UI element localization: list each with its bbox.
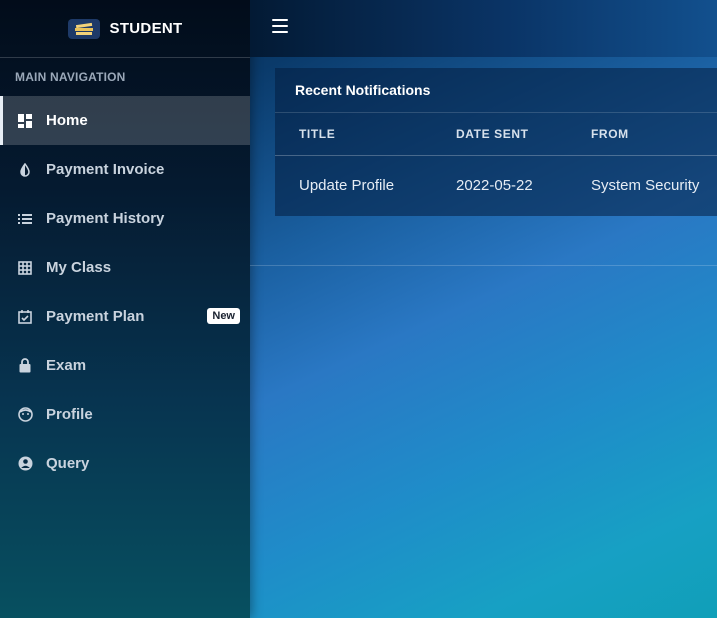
brand-name: STUDENT	[109, 20, 183, 37]
sidebar-item-my-class[interactable]: My Class	[0, 243, 250, 292]
cell-from: System Security	[591, 177, 700, 194]
sidebar-item-label: Payment Invoice	[46, 161, 165, 178]
brand[interactable]: STUDENT	[0, 0, 250, 58]
column-header-title: TITLE	[299, 127, 336, 141]
sidebar-item-payment-history[interactable]: Payment History	[0, 194, 250, 243]
table-row[interactable]: Update Profile 2022-05-22 System Securit…	[275, 156, 717, 216]
topbar	[250, 0, 717, 57]
sidebar-item-home[interactable]: Home	[0, 96, 250, 145]
calendar-check-icon	[17, 309, 33, 325]
grid-icon	[17, 260, 33, 276]
recent-notifications-card: Recent Notifications TITLE DATE SENT FRO…	[275, 68, 717, 216]
contrast-icon	[17, 162, 33, 178]
sidebar-item-label: Profile	[46, 406, 93, 423]
sidebar-item-label: Exam	[46, 357, 87, 374]
sidebar-item-label: Payment History	[46, 210, 165, 227]
table-header: TITLE DATE SENT FROM	[275, 113, 717, 156]
sidebar-item-label: Home	[46, 112, 88, 129]
dashboard-icon	[17, 113, 33, 129]
sidebar-item-payment-plan[interactable]: Payment Plan New	[0, 292, 250, 341]
sidebar-item-label: Payment Plan	[46, 308, 145, 325]
sidebar-item-label: My Class	[46, 259, 112, 276]
sidebar-item-profile[interactable]: Profile	[0, 390, 250, 439]
sidebar: STUDENT MAIN NAVIGATION Home Payment Inv…	[0, 0, 250, 618]
sidebar-item-payment-invoice[interactable]: Payment Invoice	[0, 145, 250, 194]
nav-header: MAIN NAVIGATION	[15, 70, 126, 84]
card-title: Recent Notifications	[275, 68, 717, 113]
hamburger-icon[interactable]	[272, 19, 288, 33]
cell-date-sent: 2022-05-22	[456, 177, 533, 194]
face-icon	[17, 407, 33, 423]
content-divider	[250, 265, 717, 266]
column-header-date-sent: DATE SENT	[456, 127, 529, 141]
books-icon	[67, 18, 100, 39]
lock-icon	[17, 358, 33, 374]
column-header-from: FROM	[591, 127, 629, 141]
sidebar-item-label: Query	[46, 455, 90, 472]
sidebar-item-exam[interactable]: Exam	[0, 341, 250, 390]
sidebar-item-query[interactable]: Query	[0, 439, 250, 488]
account-circle-icon	[17, 456, 33, 472]
new-badge: New	[207, 308, 240, 324]
cell-title: Update Profile	[299, 177, 395, 194]
list-icon	[17, 211, 33, 227]
